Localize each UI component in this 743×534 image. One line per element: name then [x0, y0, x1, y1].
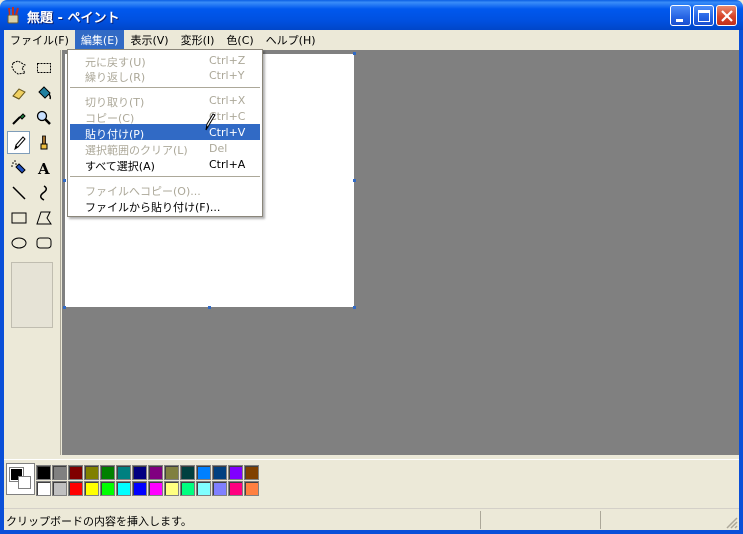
menu-item-cut[interactable]: 切り取り(T) Ctrl+X	[70, 92, 260, 109]
polygon-icon[interactable]	[32, 206, 55, 229]
rect-select-icon[interactable]	[32, 56, 55, 79]
menu-item-copy[interactable]: コピー(C) Ctrl+C	[70, 108, 260, 125]
status-pane-size	[600, 511, 718, 529]
color-swatch[interactable]	[244, 481, 259, 496]
color-swatch[interactable]	[196, 465, 211, 480]
menu-file[interactable]: ファイル(F)	[4, 30, 75, 49]
menu-separator	[70, 87, 260, 88]
canvas-resize-handle[interactable]	[353, 52, 356, 55]
minimize-icon	[676, 19, 683, 22]
menu-item-copy-to-file[interactable]: ファイルへコピー(O)...	[70, 181, 260, 198]
background-color	[18, 476, 31, 489]
svg-text:A: A	[37, 160, 50, 177]
maximize-button[interactable]	[693, 5, 714, 26]
menu-item-select-all[interactable]: すべて選択(A) Ctrl+A	[70, 156, 260, 173]
line-icon[interactable]	[7, 181, 30, 204]
menu-item-paste[interactable]: 貼り付け(P) Ctrl+V	[70, 124, 260, 141]
minimize-button[interactable]	[670, 5, 691, 26]
color-swatch[interactable]	[84, 465, 99, 480]
menu-item-undo[interactable]: 元に戻す(U) Ctrl+Z	[70, 52, 260, 69]
color-swatch[interactable]	[228, 481, 243, 496]
airbrush-icon[interactable]	[7, 156, 30, 179]
magnifier-icon[interactable]	[32, 106, 55, 129]
menu-item-paste-from-file[interactable]: ファイルから貼り付け(F)...	[70, 197, 260, 214]
text-icon[interactable]: A	[32, 156, 55, 179]
canvas-resize-handle[interactable]	[63, 179, 66, 182]
eraser-icon[interactable]	[7, 81, 30, 104]
color-swatch[interactable]	[180, 465, 195, 480]
menu-help[interactable]: ヘルプ(H)	[260, 30, 322, 49]
maximize-icon	[698, 10, 710, 22]
rounded-rect-icon[interactable]	[32, 231, 55, 254]
rectangle-icon[interactable]	[7, 206, 30, 229]
close-button[interactable]	[716, 5, 737, 26]
resize-grip-icon[interactable]	[726, 517, 738, 529]
color-swatch[interactable]	[132, 465, 147, 480]
curve-icon[interactable]	[32, 181, 55, 204]
menu-edit[interactable]: 編集(E)	[74, 30, 125, 49]
status-bar: クリップボードの内容を挿入します。	[4, 508, 739, 530]
color-swatch[interactable]	[84, 481, 99, 496]
menu-colors[interactable]: 色(C)	[220, 30, 259, 49]
color-swatch[interactable]	[68, 481, 83, 496]
canvas-resize-handle[interactable]	[63, 306, 66, 309]
canvas-resize-handle[interactable]	[353, 306, 356, 309]
title-bar[interactable]: 無題 - ペイント	[0, 0, 743, 30]
menu-item-redo[interactable]: 繰り返し(R) Ctrl+Y	[70, 67, 260, 84]
menu-image[interactable]: 変形(I)	[175, 30, 221, 49]
status-text: クリップボードの内容を挿入します。	[6, 515, 192, 528]
ellipse-icon[interactable]	[7, 231, 30, 254]
brush-icon[interactable]	[32, 131, 55, 154]
current-colors-box[interactable]	[6, 463, 35, 495]
color-swatch[interactable]	[212, 465, 227, 480]
window-title: 無題 - ペイント	[27, 11, 120, 26]
color-swatch[interactable]	[164, 465, 179, 480]
color-swatch[interactable]	[164, 481, 179, 496]
window-frame-bottom	[0, 530, 743, 534]
color-swatch[interactable]	[244, 465, 259, 480]
menu-view[interactable]: 表示(V)	[124, 30, 174, 49]
toolbox: A	[4, 50, 61, 455]
menu-separator	[70, 176, 260, 177]
color-swatch[interactable]	[100, 481, 115, 496]
paint-brush-app-icon[interactable]	[6, 6, 22, 24]
color-swatch[interactable]	[36, 481, 51, 496]
color-palette	[4, 459, 739, 505]
window-frame-right	[739, 30, 743, 534]
free-select-icon[interactable]	[7, 56, 30, 79]
edit-menu-dropdown: 元に戻す(U) Ctrl+Z 繰り返し(R) Ctrl+Y 切り取り(T) Ct…	[67, 49, 263, 217]
canvas-resize-handle[interactable]	[353, 179, 356, 182]
menu-bar: ファイル(F) 編集(E) 表示(V) 変形(I) 色(C) ヘルプ(H)	[4, 30, 739, 49]
status-pane-position	[480, 511, 598, 529]
fill-bucket-icon[interactable]	[32, 81, 55, 104]
color-swatch[interactable]	[148, 481, 163, 496]
menu-item-clear-selection[interactable]: 選択範囲のクリア(L) Del	[70, 140, 260, 157]
color-swatch[interactable]	[68, 465, 83, 480]
color-swatch[interactable]	[116, 481, 131, 496]
color-swatch[interactable]	[36, 465, 51, 480]
color-swatch[interactable]	[228, 465, 243, 480]
pencil-icon[interactable]	[7, 131, 30, 154]
mouse-pointer-icon	[205, 113, 216, 131]
color-picker-icon[interactable]	[7, 106, 30, 129]
color-swatch[interactable]	[116, 465, 131, 480]
color-swatch[interactable]	[212, 481, 227, 496]
tool-options-box[interactable]	[11, 262, 53, 328]
color-swatch[interactable]	[52, 465, 67, 480]
close-icon	[721, 10, 733, 22]
color-swatch[interactable]	[196, 481, 211, 496]
color-swatch[interactable]	[52, 481, 67, 496]
color-swatch[interactable]	[100, 465, 115, 480]
color-swatch[interactable]	[148, 465, 163, 480]
color-swatch[interactable]	[132, 481, 147, 496]
color-swatch[interactable]	[180, 481, 195, 496]
canvas-resize-handle[interactable]	[208, 306, 211, 309]
